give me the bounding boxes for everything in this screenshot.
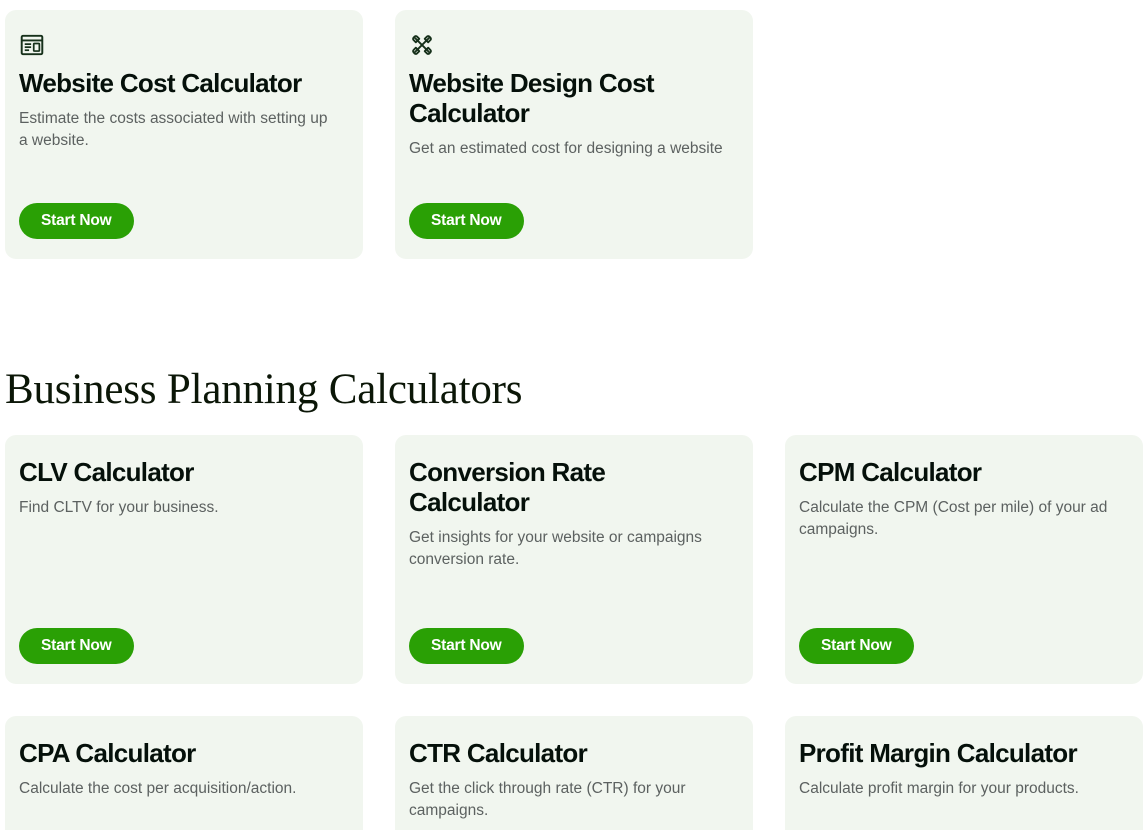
start-now-button[interactable]: Start Now	[19, 203, 134, 239]
card-title: CPM Calculator	[799, 457, 982, 487]
calculator-card-website-design-cost[interactable]: Website Design Cost Calculator Get an es…	[395, 10, 753, 259]
calculators-page: Website Cost Calculator Estimate the cos…	[0, 0, 1146, 830]
card-spacer	[409, 570, 733, 628]
card-description: Get insights for your website or campaig…	[409, 529, 702, 568]
card-description: Get an estimated cost for designing a we…	[409, 140, 723, 157]
business-planning-grid: CLV Calculator Find CLTV for your busine…	[0, 435, 1146, 830]
calculator-card-clv[interactable]: CLV Calculator Find CLTV for your busine…	[5, 435, 363, 684]
calculator-card-website-cost[interactable]: Website Cost Calculator Estimate the cos…	[5, 10, 363, 259]
card-title: CTR Calculator	[409, 738, 588, 768]
card-spacer	[19, 519, 343, 629]
start-now-button[interactable]: Start Now	[19, 628, 134, 664]
calculator-card-cpm[interactable]: CPM Calculator Calculate the CPM (Cost p…	[785, 435, 1143, 684]
card-description: Find CLTV for your business.	[19, 499, 219, 516]
calculator-card-cpa[interactable]: CPA Calculator Calculate the cost per ac…	[5, 716, 363, 830]
card-title: CLV Calculator	[19, 457, 194, 487]
card-description: Calculate the CPM (Cost per mile) of you…	[799, 499, 1108, 538]
card-spacer	[409, 160, 733, 204]
browser-layout-icon	[19, 32, 45, 58]
calculator-card-ctr[interactable]: CTR Calculator Get the click through rat…	[395, 716, 753, 830]
card-description: Calculate profit margin for your product…	[799, 780, 1079, 797]
calculator-card-conversion-rate[interactable]: Conversion Rate Calculator Get insights …	[395, 435, 753, 684]
card-spacer	[19, 151, 343, 203]
start-now-button[interactable]: Start Now	[409, 203, 524, 239]
start-now-button[interactable]: Start Now	[409, 628, 524, 664]
website-calculators-section: Website Cost Calculator Estimate the cos…	[0, 10, 1146, 259]
card-description: Estimate the costs associated with setti…	[19, 110, 328, 149]
business-planning-calculators-section: CLV Calculator Find CLTV for your busine…	[0, 435, 1146, 830]
card-title: Website Design Cost Calculator	[409, 68, 655, 128]
card-spacer	[19, 800, 343, 830]
card-title: CPA Calculator	[19, 738, 196, 768]
card-spacer	[799, 800, 1123, 830]
card-description: Get the click through rate (CTR) for you…	[409, 780, 686, 819]
card-title: Profit Margin Calculator	[799, 738, 1078, 768]
start-now-button[interactable]: Start Now	[799, 628, 914, 664]
calculator-card-profit-margin[interactable]: Profit Margin Calculator Calculate profi…	[785, 716, 1143, 830]
website-calculators-grid: Website Cost Calculator Estimate the cos…	[0, 10, 1146, 259]
card-title: Conversion Rate Calculator	[409, 457, 606, 517]
card-spacer	[799, 540, 1123, 628]
card-description: Calculate the cost per acquisition/actio…	[19, 780, 297, 797]
page-title: Business Planning Calculators	[5, 366, 523, 413]
card-title: Website Cost Calculator	[19, 68, 302, 98]
card-spacer	[409, 821, 733, 830]
business-planning-heading-block: Business Planning Calculators	[0, 365, 1146, 415]
design-tools-icon	[409, 32, 435, 58]
